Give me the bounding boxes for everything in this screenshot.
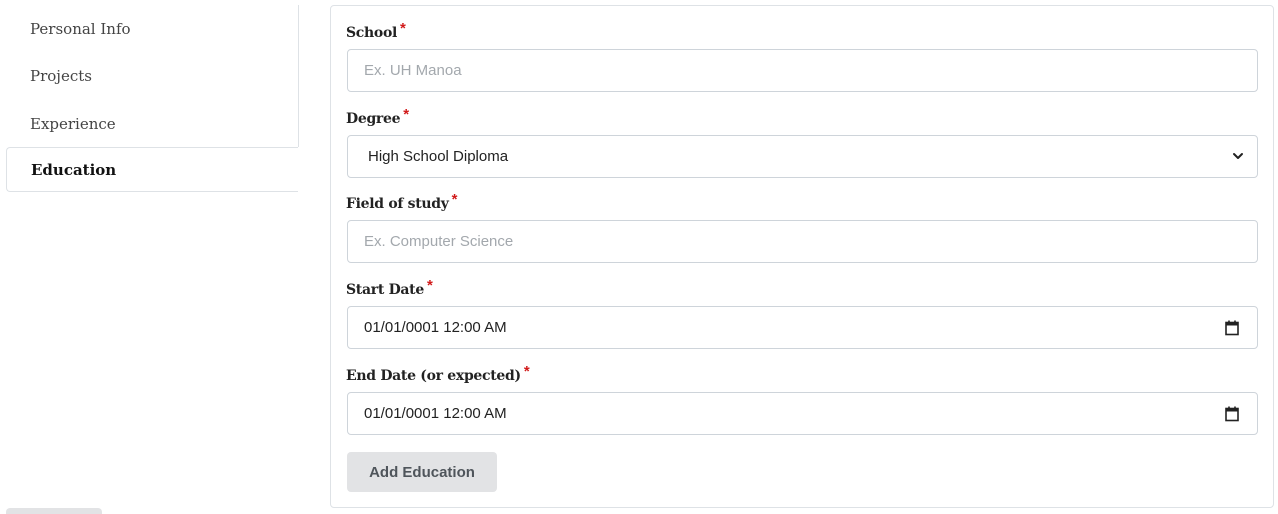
required-marker: * xyxy=(426,277,433,294)
field-of-study-input[interactable]: Ex. Computer Science xyxy=(347,220,1258,263)
degree-select[interactable]: High School Diploma xyxy=(347,135,1258,178)
required-marker: * xyxy=(403,106,409,123)
start-date-input[interactable]: 01/01/0001 12:00 AM xyxy=(347,306,1258,349)
calendar-icon[interactable] xyxy=(1225,320,1239,336)
required-marker: * xyxy=(400,20,406,37)
sidebar-item-projects[interactable]: Projects xyxy=(30,53,92,99)
sidebar-item-personal-info[interactable]: Personal Info xyxy=(30,6,131,52)
start-date-value: 01/01/0001 12:00 AM xyxy=(364,319,507,336)
sidebar-divider xyxy=(298,5,299,147)
calendar-icon[interactable] xyxy=(1225,406,1239,422)
field-of-study-label: Field of study * xyxy=(346,191,457,212)
required-marker: * xyxy=(451,191,458,208)
end-date-label-text: End Date (or expected) xyxy=(346,368,521,384)
school-input[interactable]: Ex. UH Manoa xyxy=(347,49,1258,92)
degree-label-text: Degree xyxy=(346,111,401,127)
school-label: School * xyxy=(346,20,406,41)
profile-sections-sidebar: Personal Info Projects Experience Educat… xyxy=(0,0,300,514)
sidebar-item-education[interactable]: Education xyxy=(6,147,298,192)
end-date-value: 01/01/0001 12:00 AM xyxy=(364,405,507,422)
school-placeholder: Ex. UH Manoa xyxy=(364,62,462,79)
degree-label: Degree * xyxy=(346,106,409,127)
start-date-label: Start Date * xyxy=(346,277,433,298)
school-label-text: School xyxy=(346,25,398,41)
end-date-label: End Date (or expected) * xyxy=(346,363,530,384)
degree-selected-value: High School Diploma xyxy=(368,148,509,165)
add-education-button[interactable]: Add Education xyxy=(347,452,497,492)
required-marker: * xyxy=(523,363,530,380)
chevron-down-icon xyxy=(1233,153,1243,159)
sidebar-item-experience[interactable]: Experience xyxy=(30,101,116,147)
end-date-input[interactable]: 01/01/0001 12:00 AM xyxy=(347,392,1258,435)
start-date-label-text: Start Date xyxy=(346,282,424,298)
field-of-study-placeholder: Ex. Computer Science xyxy=(364,233,514,250)
sidebar-bottom-button[interactable] xyxy=(6,508,102,514)
field-of-study-label-text: Field of study xyxy=(346,196,449,212)
